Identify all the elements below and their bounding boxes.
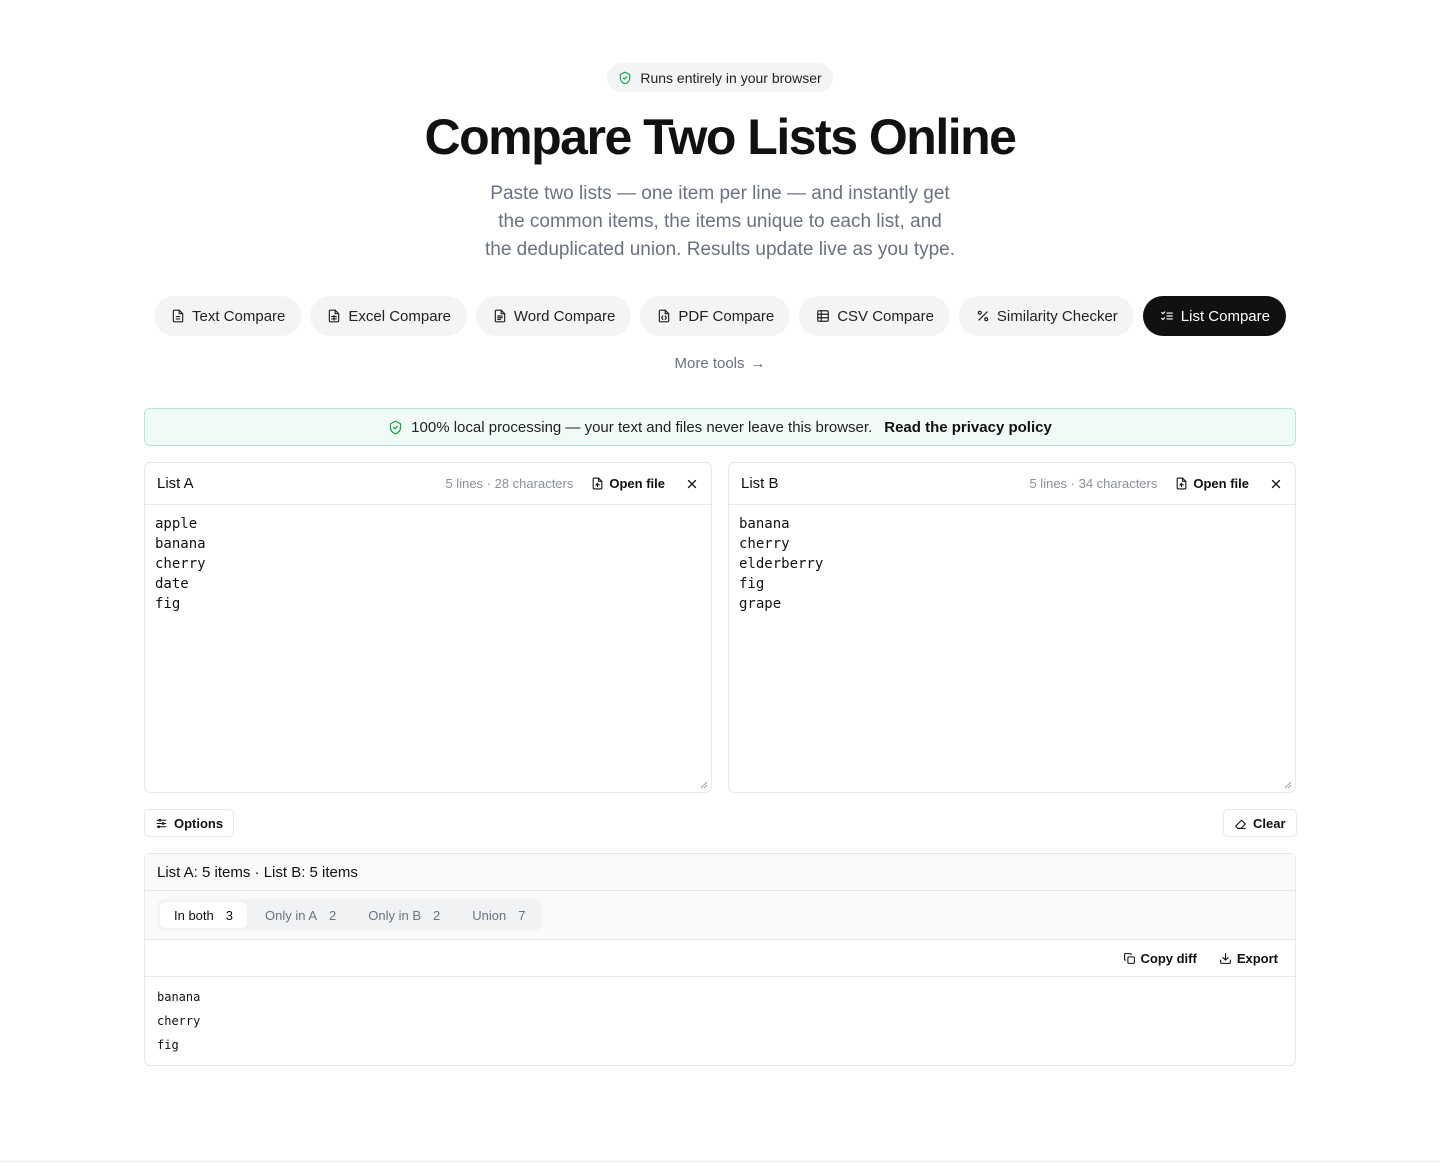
export-label: Export <box>1236 950 1278 966</box>
tab-union[interactable]: Union 7 <box>458 902 539 928</box>
subtitle-line: the deduplicated union. Results update l… <box>484 239 956 260</box>
list-b-title: List B <box>741 475 779 492</box>
arrow-right-icon: → <box>750 355 766 372</box>
copy-icon <box>1123 952 1135 964</box>
tool-word-compare[interactable]: Word Compare <box>475 296 632 336</box>
list-b-clear-button[interactable] <box>1269 477 1283 491</box>
export-button[interactable]: Export <box>1219 951 1278 966</box>
page-subtitle: Paste two lists — one item per line — an… <box>470 180 970 264</box>
tab-only-in-a[interactable]: Only in A 2 <box>251 902 350 928</box>
shield-check-icon <box>620 71 631 84</box>
shield-check-icon <box>390 420 402 434</box>
results-panel: List A: 5 items · List B: 5 items In bot… <box>144 853 1296 1066</box>
list-a-input[interactable]: apple banana cherry date fig <box>145 505 711 792</box>
tool-label: List Compare <box>1180 307 1270 325</box>
eraser-icon <box>1235 819 1246 829</box>
table-icon <box>817 310 830 322</box>
list-b-open-file-button[interactable]: Open file <box>1175 476 1249 491</box>
tool-similarity-checker[interactable]: Similarity Checker <box>958 296 1134 336</box>
tool-nav: Text Compare Excel Compare Word Compare … <box>0 296 1440 336</box>
result-item: banana <box>157 990 201 1004</box>
list-a-meta: 5 lines · 28 characters <box>445 476 574 491</box>
file-diff-icon <box>659 309 670 323</box>
open-file-label: Open file <box>1193 476 1249 491</box>
tool-pdf-compare[interactable]: PDF Compare <box>640 296 791 336</box>
copy-diff-button[interactable]: Copy diff <box>1123 951 1197 966</box>
clear-label: Clear <box>1253 815 1286 831</box>
close-icon <box>687 479 697 488</box>
page-title: Compare Two Lists Online <box>424 109 1017 165</box>
list-b-header: List B 5 lines · 34 characters Open file <box>729 463 1295 505</box>
list-b-input[interactable]: banana cherry elderberry fig grape <box>729 505 1295 792</box>
tool-excel-compare[interactable]: Excel Compare <box>310 296 467 336</box>
result-item: fig <box>157 1038 179 1052</box>
file-upload-icon <box>1177 477 1187 490</box>
results-tabs: In both 3 Only in A 2 Only in B 2 Union … <box>157 899 543 931</box>
tab-label: In both <box>174 907 214 923</box>
file-doc-icon <box>494 309 506 323</box>
tab-label: Only in B <box>368 907 422 923</box>
footer-divider <box>0 1161 1440 1162</box>
options-label: Options <box>174 815 224 831</box>
sliders-icon <box>156 818 167 828</box>
resize-handle-icon[interactable] <box>1284 781 1292 789</box>
more-tools-link[interactable]: More tools → <box>0 355 1440 372</box>
tab-only-in-b[interactable]: Only in B 2 <box>354 902 454 928</box>
file-spreadsheet-icon <box>329 309 340 323</box>
list-a-panel: List A 5 lines · 28 characters Open file… <box>144 462 712 793</box>
file-upload-icon <box>593 477 603 490</box>
result-item: cherry <box>157 1014 201 1028</box>
list-checks-icon <box>1160 311 1173 321</box>
tool-text-compare[interactable]: Text Compare <box>154 296 302 336</box>
more-tools-label: More tools <box>674 355 745 372</box>
tool-label: CSV Compare <box>837 307 934 325</box>
privacy-policy-link[interactable]: Read the privacy policy <box>884 419 1052 436</box>
tool-label: Similarity Checker <box>996 307 1118 325</box>
badge-text: Runs entirely in your browser <box>640 69 822 86</box>
tab-count: 2 <box>433 907 441 923</box>
tab-count: 2 <box>329 907 337 923</box>
privacy-banner: 100% local processing — your text and fi… <box>144 408 1296 446</box>
list-a-open-file-button[interactable]: Open file <box>591 476 665 491</box>
close-icon <box>1271 479 1281 488</box>
tab-in-both[interactable]: In both 3 <box>160 902 247 928</box>
list-b-meta: 5 lines · 34 characters <box>1029 476 1158 491</box>
list-b-panel: List B 5 lines · 34 characters Open file… <box>728 462 1296 793</box>
copy-diff-label: Copy diff <box>1140 950 1197 966</box>
subtitle-line: Paste two lists — one item per line — an… <box>490 183 950 204</box>
tool-label: Text Compare <box>192 307 286 325</box>
tab-count: 3 <box>225 907 233 923</box>
clear-button[interactable]: Clear <box>1223 809 1297 837</box>
open-file-label: Open file <box>609 476 665 491</box>
tab-label: Union <box>472 907 507 923</box>
tool-label: Excel Compare <box>348 307 451 325</box>
local-badge: Runs entirely in your browser <box>607 63 833 92</box>
tool-list-compare[interactable]: List Compare <box>1142 296 1286 336</box>
percent-icon <box>977 310 989 322</box>
tool-csv-compare[interactable]: CSV Compare <box>799 296 950 336</box>
tab-label: Only in A <box>265 907 318 923</box>
tool-label: PDF Compare <box>678 307 775 325</box>
results-actions: Copy diff Export <box>145 940 1295 977</box>
privacy-text: 100% local processing — your text and fi… <box>411 418 873 436</box>
resize-handle-icon[interactable] <box>700 781 708 789</box>
tab-count: 7 <box>518 907 526 923</box>
results-tabs-row: In both 3 Only in A 2 Only in B 2 Union … <box>145 891 1295 940</box>
options-button[interactable]: Options <box>144 809 235 837</box>
results-summary: List A: 5 items · List B: 5 items <box>145 854 1295 891</box>
tool-label: Word Compare <box>513 307 616 325</box>
file-text-icon <box>172 309 184 323</box>
list-a-clear-button[interactable] <box>685 477 699 491</box>
list-a-header: List A 5 lines · 28 characters Open file <box>145 463 711 505</box>
results-list: banana cherry fig <box>145 977 1295 1065</box>
download-icon <box>1219 952 1231 964</box>
list-a-title: List A <box>157 475 194 492</box>
subtitle-line: the common items, the items unique to ea… <box>498 211 942 232</box>
